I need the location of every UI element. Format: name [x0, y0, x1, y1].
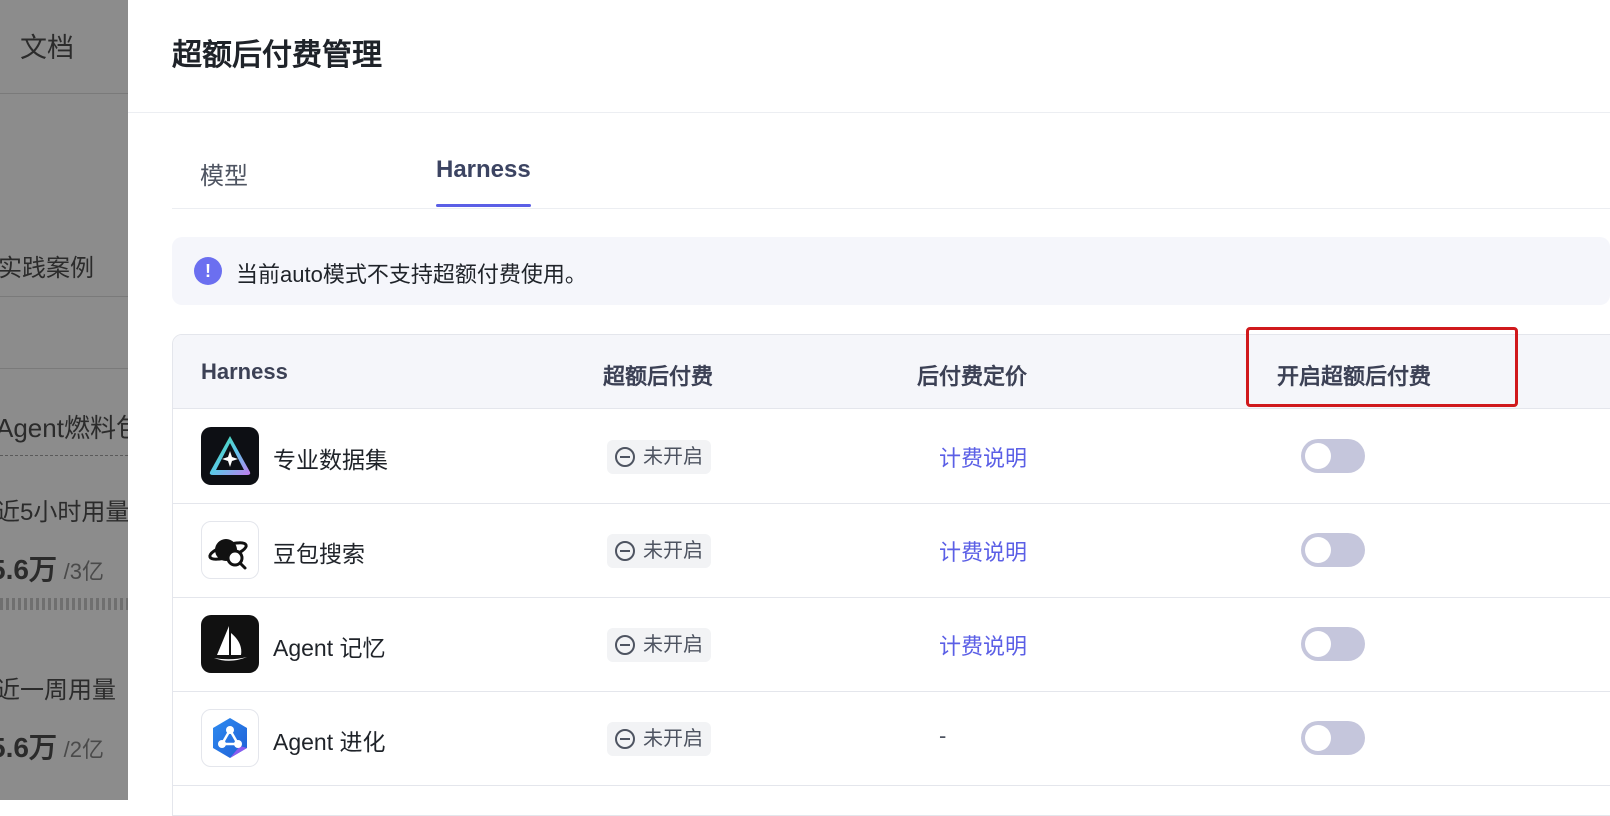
- notice-banner: ! 当前auto模式不支持超额付费使用。: [172, 237, 1610, 305]
- recent-5h-used: 5.6万: [0, 554, 57, 585]
- exclamation-icon: !: [194, 257, 222, 285]
- status-badge: 未开启: [607, 440, 711, 474]
- tab-harness[interactable]: Harness: [436, 156, 531, 184]
- column-header-overage: 超额后付费: [603, 364, 714, 389]
- recent-week-total: /2亿: [63, 737, 104, 762]
- dashed-underline: [0, 455, 128, 456]
- divider: [0, 296, 128, 297]
- header-divider: [128, 112, 1610, 113]
- nav-docs: 文档: [20, 33, 74, 63]
- status-text: 未开启: [643, 728, 703, 750]
- toggle-knob: [1305, 537, 1331, 563]
- table-row: 专业数据集 未开启 计费说明: [173, 409, 1610, 504]
- toggle-knob: [1305, 631, 1331, 657]
- agent-fuel-title: Agent燃料包: [0, 413, 128, 443]
- divider: [0, 368, 128, 369]
- recent-5h-label: 近5小时用量: [0, 499, 128, 526]
- status-badge: 未开启: [607, 628, 711, 662]
- status-text: 未开启: [643, 634, 703, 656]
- recent-week-usage: 5.6万 /2亿: [0, 726, 104, 766]
- practice-cases-link: 实践案例: [0, 255, 94, 282]
- recent-week-used: 5.6万: [0, 732, 57, 763]
- hexagon-graph-logo: [201, 709, 259, 767]
- search-planet-logo: [201, 521, 259, 579]
- minus-circle-icon: [615, 635, 635, 655]
- notice-text: 当前auto模式不支持超额付费使用。: [236, 262, 587, 287]
- minus-circle-icon: [615, 729, 635, 749]
- pricing-link[interactable]: 计费说明: [939, 629, 1027, 661]
- pricing-link[interactable]: 计费说明: [939, 441, 1027, 473]
- recent-week-label: 近一周用量: [0, 677, 116, 704]
- usage-progress-bar: [0, 598, 128, 610]
- sailboat-logo: [201, 615, 259, 673]
- highlight-box: [1246, 327, 1518, 407]
- table-row: Agent 进化 未开启 -: [173, 691, 1610, 786]
- overage-toggle[interactable]: [1301, 533, 1365, 567]
- table-row: 豆包搜索 未开启 计费说明: [173, 503, 1610, 598]
- recent-5h-total: /3亿: [63, 559, 104, 584]
- harness-name: Agent 记忆: [273, 635, 386, 661]
- harness-name: Agent 进化: [273, 729, 386, 755]
- background-page-overlay: 文档 实践案例 Agent燃料包 近5小时用量 5.6万 /3亿 近一周用量 5…: [0, 0, 128, 800]
- column-header-harness: Harness: [201, 359, 288, 384]
- tab-bar: 模型 Harness: [172, 150, 1610, 209]
- column-header-pricing: 后付费定价: [917, 364, 1028, 389]
- harness-name: 专业数据集: [273, 447, 388, 473]
- toggle-knob: [1305, 443, 1331, 469]
- active-tab-indicator: [436, 204, 531, 207]
- recent-5h-usage: 5.6万 /3亿: [0, 548, 104, 588]
- divider: [0, 93, 128, 94]
- status-badge: 未开启: [607, 534, 711, 568]
- overage-toggle[interactable]: [1301, 627, 1365, 661]
- minus-circle-icon: [615, 541, 635, 561]
- table-row: Agent 记忆 未开启 计费说明: [173, 597, 1610, 692]
- overage-toggle[interactable]: [1301, 721, 1365, 755]
- drawer-title: 超额后付费管理: [172, 39, 382, 72]
- tab-model[interactable]: 模型: [200, 156, 248, 191]
- toggle-knob: [1305, 725, 1331, 751]
- dataset-logo: [201, 427, 259, 485]
- harness-name: 豆包搜索: [273, 541, 365, 567]
- pricing-link[interactable]: 计费说明: [939, 535, 1027, 567]
- overage-toggle[interactable]: [1301, 439, 1365, 473]
- status-text: 未开启: [643, 446, 703, 468]
- pricing-empty: -: [939, 723, 947, 748]
- status-badge: 未开启: [607, 722, 711, 756]
- status-text: 未开启: [643, 540, 703, 562]
- minus-circle-icon: [615, 447, 635, 467]
